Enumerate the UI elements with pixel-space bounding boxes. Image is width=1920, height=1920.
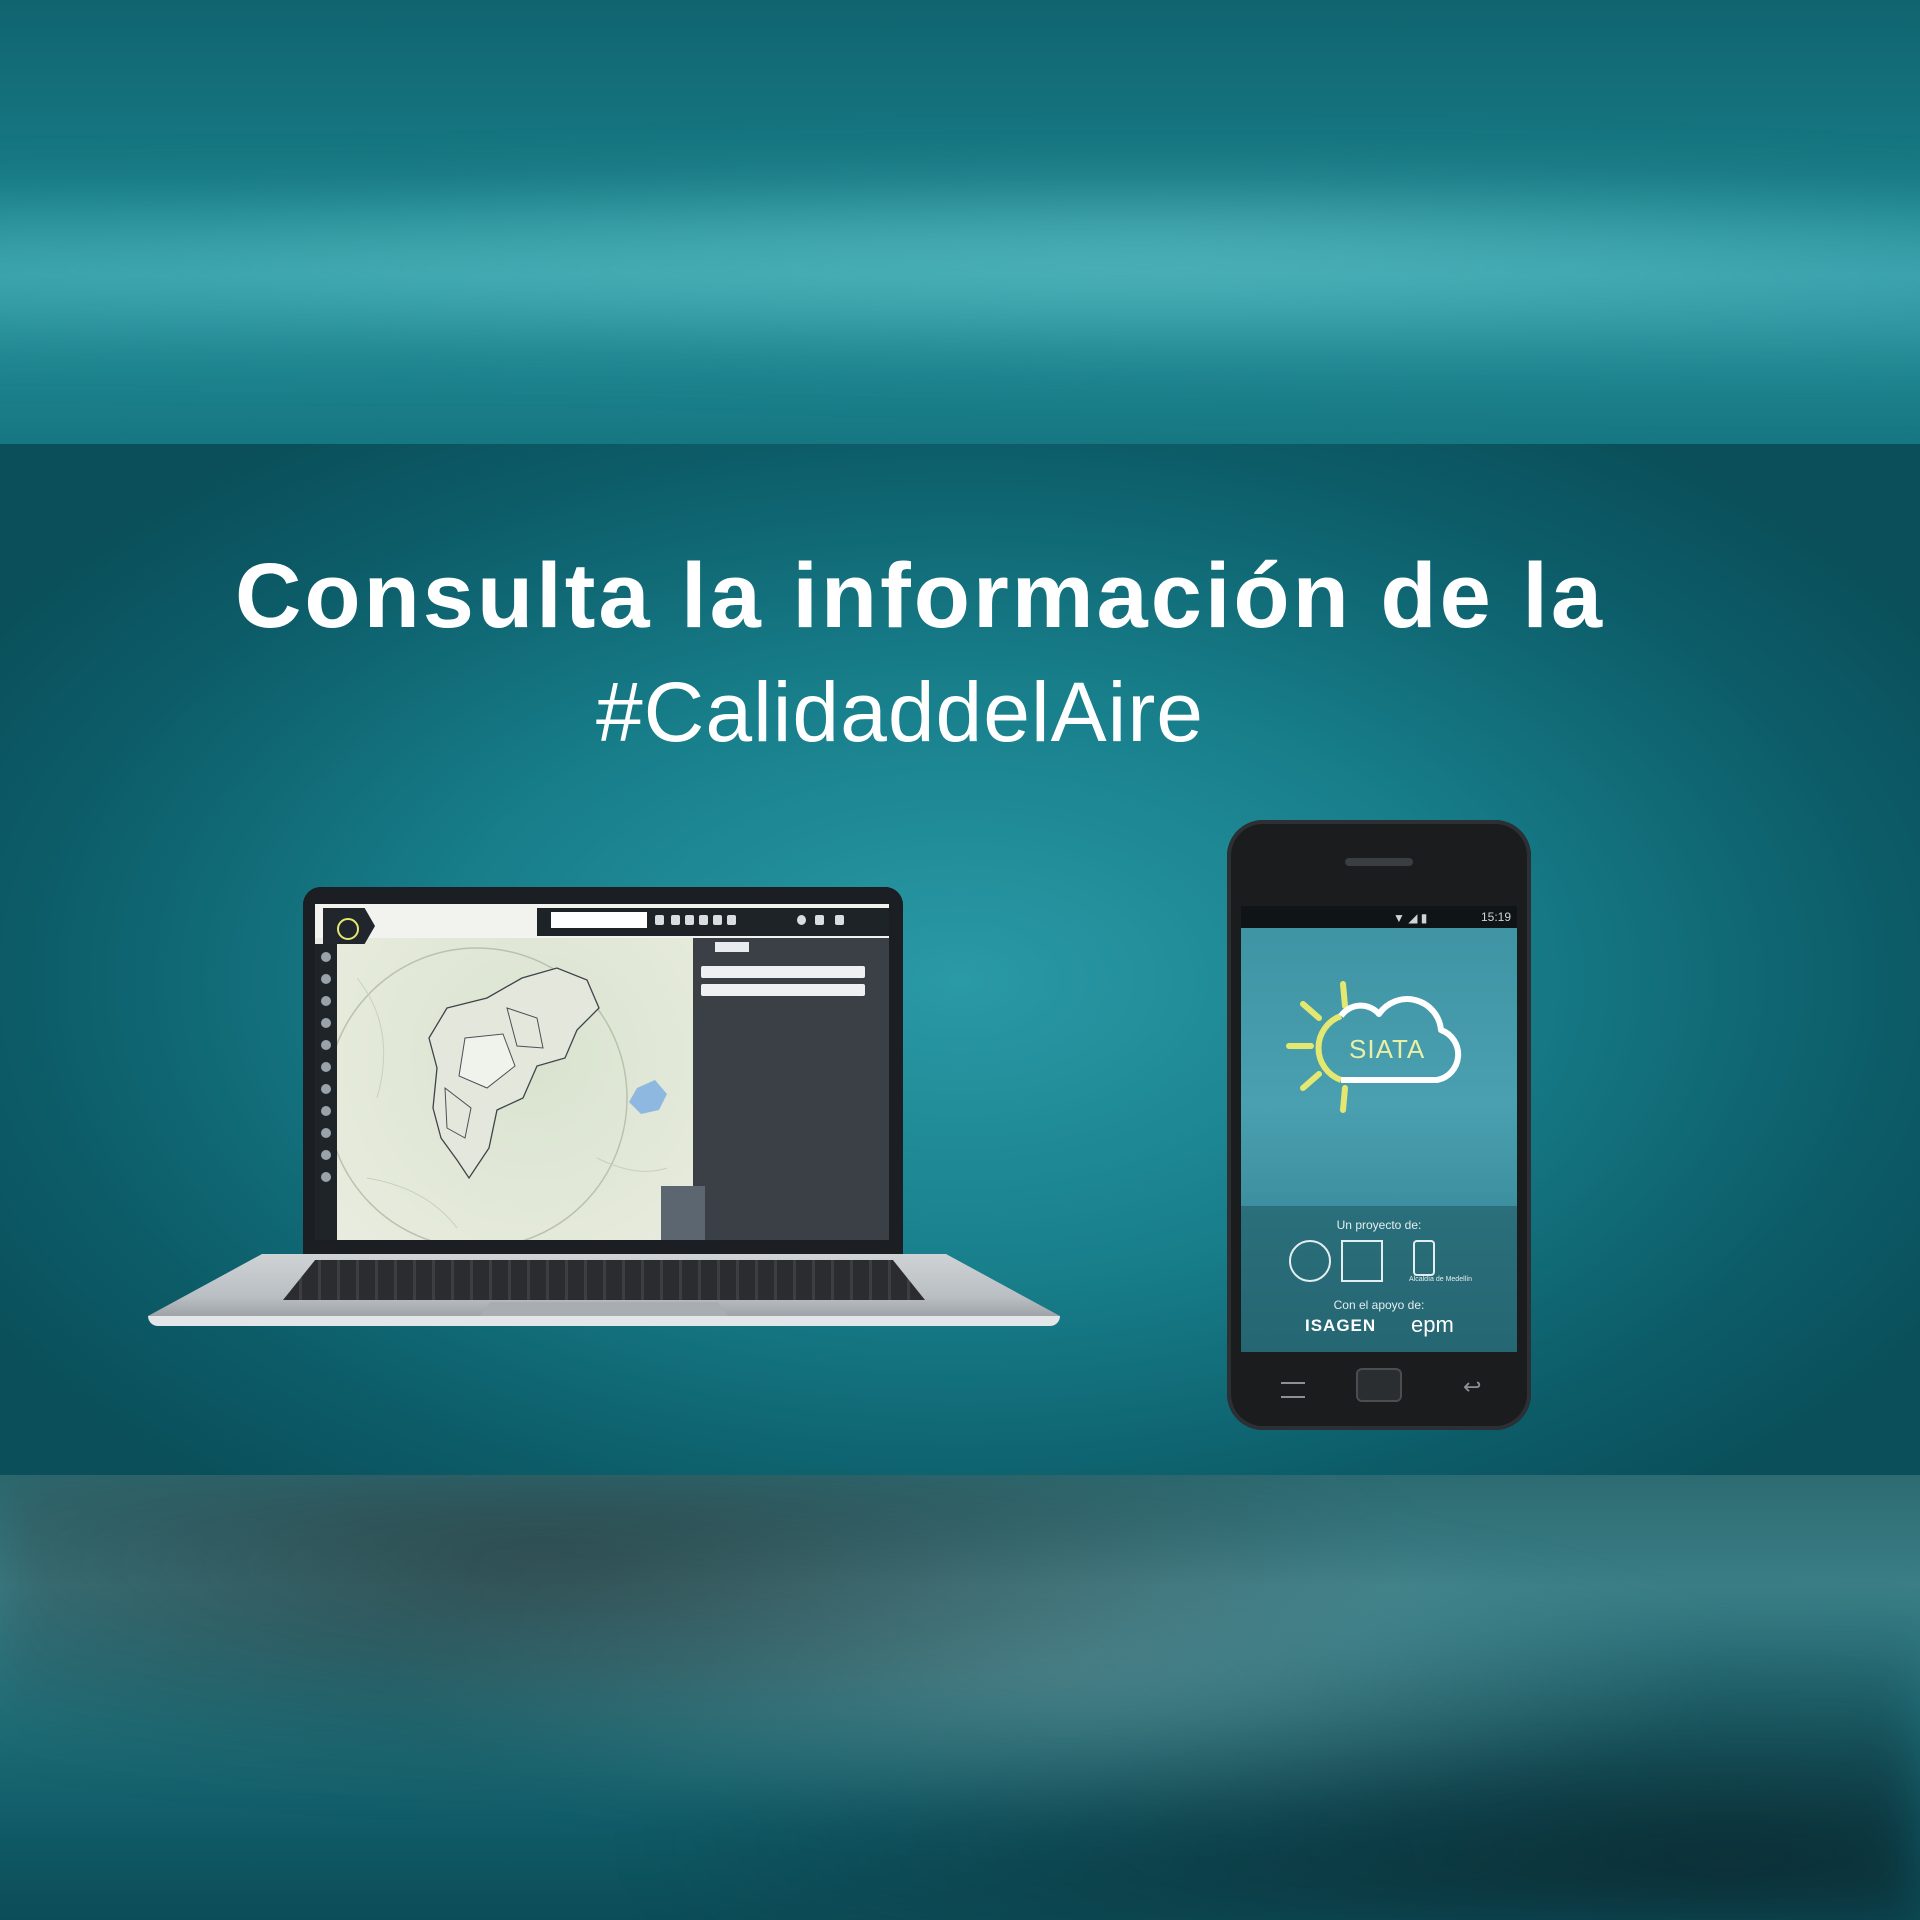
toolbar-icon[interactable] — [727, 915, 736, 925]
search-icon[interactable] — [655, 915, 664, 925]
laptop-trackpad — [480, 1302, 728, 1316]
city-logo-icon — [1413, 1240, 1435, 1276]
panel-tab[interactable] — [715, 942, 749, 952]
tool-icon[interactable] — [321, 996, 331, 1006]
panel-select-1[interactable] — [701, 966, 865, 978]
minimap[interactable] — [661, 1186, 705, 1240]
blurred-background-top — [0, 0, 1920, 444]
phone-speaker — [1345, 858, 1413, 866]
project-label: Un proyecto de: — [1336, 1218, 1422, 1232]
status-icons: ▼ ◢ ▮ — [1393, 911, 1428, 925]
status-time: 15:19 — [1480, 910, 1511, 924]
status-bar: ▼ ◢ ▮ 15:19 — [1241, 906, 1517, 928]
toolbar-icon[interactable] — [815, 915, 824, 925]
toolbar-icon[interactable] — [671, 915, 680, 925]
laptop-device — [148, 444, 1060, 1354]
tool-icon[interactable] — [321, 974, 331, 984]
app-name: SIATA — [1349, 1034, 1426, 1064]
phone-navbar: ↩ — [1241, 1352, 1517, 1430]
tool-icon[interactable] — [321, 1106, 331, 1116]
home-button-icon[interactable] — [1358, 1370, 1400, 1400]
toolbar-icon[interactable] — [797, 915, 806, 925]
tool-icon[interactable] — [321, 1062, 331, 1072]
laptop-front-edge — [148, 1316, 1060, 1326]
toolbar-icon[interactable] — [835, 915, 844, 925]
laptop-keyboard — [283, 1260, 925, 1300]
tool-icon[interactable] — [321, 1018, 331, 1028]
tool-icon[interactable] — [321, 1150, 331, 1160]
tool-icon[interactable] — [321, 1084, 331, 1094]
tool-icon[interactable] — [321, 1128, 331, 1138]
isagen-logo: ISAGEN — [1305, 1316, 1377, 1335]
support-label: Con el apoyo de: — [1333, 1298, 1425, 1312]
blurred-background-bottom — [0, 1475, 1920, 1920]
smartphone: ▼ ◢ ▮ 15:19 SIATA Un proyecto de: Alcald… — [1227, 820, 1531, 1430]
toolbar-icon[interactable] — [685, 915, 694, 925]
map-view[interactable] — [326, 938, 693, 1240]
tool-icon[interactable] — [321, 1040, 331, 1050]
toolbar-icon[interactable] — [713, 915, 722, 925]
panel-select-2[interactable] — [701, 984, 865, 996]
siata-sun-cloud-icon — [337, 918, 359, 940]
alcaldia-label: Alcaldía de Medellín — [1409, 1276, 1473, 1283]
epm-logo: epm — [1411, 1312, 1454, 1337]
university-seal-icon — [1289, 1240, 1331, 1282]
tool-sidebar — [315, 944, 337, 1240]
toolbar-icon[interactable] — [699, 915, 708, 925]
map-region-svg — [326, 947, 668, 1240]
phone-screen: ▼ ◢ ▮ 15:19 SIATA Un proyecto de: Alcald… — [1241, 906, 1517, 1352]
menu-icon[interactable] — [1281, 1382, 1305, 1398]
tool-icon[interactable] — [321, 1172, 331, 1182]
tool-icon[interactable] — [321, 952, 331, 962]
search-input[interactable] — [551, 912, 647, 928]
institution-logo-icon — [1341, 1240, 1383, 1282]
siata-web-logo[interactable] — [323, 908, 375, 944]
laptop-screen — [315, 904, 889, 1240]
back-icon[interactable]: ↩ — [1463, 1374, 1481, 1400]
